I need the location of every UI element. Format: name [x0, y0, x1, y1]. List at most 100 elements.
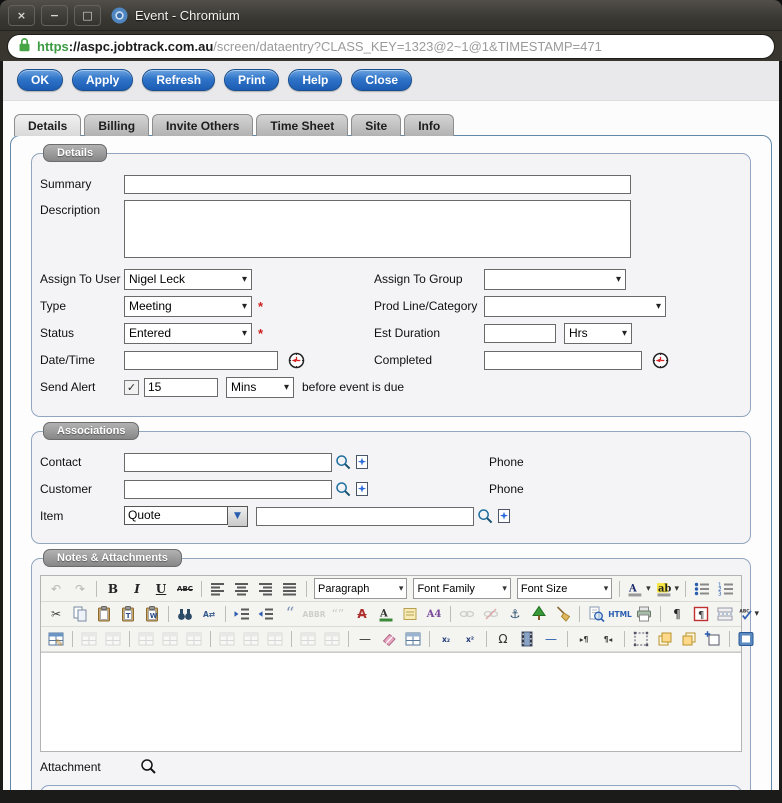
send-alert-unit-select[interactable]: Mins: [226, 377, 294, 398]
insert-col-before-button[interactable]: [216, 629, 238, 649]
date-time-calendar-clock-icon[interactable]: [288, 352, 305, 369]
insert-row-after-button[interactable]: [159, 629, 181, 649]
delete-row-button[interactable]: [183, 629, 205, 649]
customer-new-record-icon[interactable]: [354, 481, 370, 497]
remove-format-button[interactable]: [378, 629, 400, 649]
tab-site[interactable]: Site: [351, 114, 401, 136]
font-size-select[interactable]: Font Size▾: [517, 578, 612, 599]
tab-invite-others[interactable]: Invite Others: [152, 114, 253, 136]
assign-to-user-select[interactable]: Nigel Leck: [124, 269, 252, 290]
split-cells-button[interactable]: [297, 629, 319, 649]
item-new-record-icon[interactable]: [496, 508, 512, 524]
bring-forward-button[interactable]: [654, 629, 676, 649]
special-char-button[interactable]: Ω: [492, 629, 514, 649]
abbreviation-button[interactable]: ABBR: [303, 604, 325, 624]
send-alert-checkbox[interactable]: [124, 380, 139, 395]
tab-info[interactable]: Info: [404, 114, 454, 136]
item-search-icon[interactable]: [477, 508, 493, 524]
outdent-button[interactable]: [231, 604, 253, 624]
print-button[interactable]: Print: [224, 69, 279, 91]
ok-button[interactable]: OK: [17, 69, 63, 91]
insert-table-button[interactable]: ✎: [45, 629, 67, 649]
ltr-paragraph-button[interactable]: ▸¶: [573, 629, 595, 649]
completed-input[interactable]: [484, 351, 642, 370]
close-window-button[interactable]: ×: [8, 5, 35, 26]
preview-button[interactable]: [585, 604, 607, 624]
help-button[interactable]: Help: [288, 69, 342, 91]
indent-button[interactable]: [255, 604, 277, 624]
merge-cells-button[interactable]: [321, 629, 343, 649]
insert-col-after-button[interactable]: [240, 629, 262, 649]
item-type-value[interactable]: Quote: [124, 506, 228, 525]
edit-html-button[interactable]: HTML: [609, 604, 631, 624]
cut-button[interactable]: ✂: [45, 604, 67, 624]
table-cell-props-button[interactable]: [102, 629, 124, 649]
insert-link-button[interactable]: [456, 604, 478, 624]
paste-from-word-button[interactable]: W: [141, 604, 163, 624]
refresh-button[interactable]: Refresh: [142, 69, 215, 91]
align-right-button[interactable]: [255, 579, 277, 599]
prod-line-category-select[interactable]: [484, 296, 666, 317]
customer-search-icon[interactable]: [335, 481, 351, 497]
item-type-combo[interactable]: Quote ▼: [124, 506, 248, 527]
delete-col-button[interactable]: [264, 629, 286, 649]
customer-input[interactable]: [124, 480, 332, 499]
font-family-select[interactable]: Font Family▾: [413, 578, 510, 599]
subscript-button[interactable]: x₂: [435, 629, 457, 649]
deletion-button[interactable]: A: [351, 604, 373, 624]
date-time-input[interactable]: [124, 351, 278, 370]
paste-as-text-button[interactable]: T: [117, 604, 139, 624]
editor-content-area[interactable]: [41, 652, 741, 751]
description-textarea[interactable]: [124, 200, 631, 258]
send-alert-value-input[interactable]: [144, 378, 218, 397]
text-color-button[interactable]: A▾: [625, 579, 651, 599]
highlight-color-button[interactable]: ab▾: [654, 579, 680, 599]
paste-button[interactable]: [93, 604, 115, 624]
summary-input[interactable]: [124, 175, 631, 194]
numbered-list-button[interactable]: 123: [715, 579, 737, 599]
visual-aid-button[interactable]: [402, 629, 424, 649]
insert-row-before-button[interactable]: [135, 629, 157, 649]
underline-button[interactable]: U: [150, 579, 172, 599]
anchor-button[interactable]: ⚓: [504, 604, 526, 624]
page-break-button[interactable]: [714, 604, 736, 624]
contact-input[interactable]: [124, 453, 332, 472]
italic-button[interactable]: I: [126, 579, 148, 599]
strikethrough-button[interactable]: ABC: [174, 579, 196, 599]
insert-media-button[interactable]: [516, 629, 538, 649]
superscript-button[interactable]: x²: [459, 629, 481, 649]
item-type-dropdown-icon[interactable]: ▼: [228, 506, 248, 527]
print-editor-button[interactable]: [633, 604, 655, 624]
est-duration-input[interactable]: [484, 324, 556, 343]
unlink-button[interactable]: [480, 604, 502, 624]
undo-button[interactable]: ↶: [45, 579, 67, 599]
spellcheck-button[interactable]: ABC▾: [738, 604, 760, 624]
align-center-button[interactable]: [231, 579, 253, 599]
insert-attributes-button[interactable]: [399, 604, 421, 624]
item-input[interactable]: [256, 507, 474, 526]
address-bar[interactable]: https://aspc.jobtrack.com.au/screen/data…: [7, 34, 775, 59]
style-props-button[interactable]: A4: [423, 604, 445, 624]
maximize-window-button[interactable]: □: [74, 5, 101, 26]
assign-to-group-select[interactable]: [484, 269, 626, 290]
close-button[interactable]: Close: [351, 69, 412, 91]
bold-button[interactable]: B: [102, 579, 124, 599]
tab-time-sheet[interactable]: Time Sheet: [256, 114, 348, 136]
horizontal-rule-button[interactable]: —: [354, 629, 376, 649]
absolute-position-button[interactable]: [630, 629, 652, 649]
align-left-button[interactable]: [207, 579, 229, 599]
rtl-paragraph-button[interactable]: ¶◂: [597, 629, 619, 649]
table-row-props-button[interactable]: [78, 629, 100, 649]
type-select[interactable]: Meeting: [124, 296, 252, 317]
completed-calendar-clock-icon[interactable]: [652, 352, 669, 369]
est-duration-unit-select[interactable]: Hrs: [564, 323, 632, 344]
find-button[interactable]: [174, 604, 196, 624]
find-replace-button[interactable]: A⇄: [198, 604, 220, 624]
cleanup-code-button[interactable]: [552, 604, 574, 624]
send-backward-button[interactable]: [678, 629, 700, 649]
minimize-window-button[interactable]: −: [41, 5, 68, 26]
fullscreen-button[interactable]: [735, 629, 757, 649]
contact-search-icon[interactable]: [335, 454, 351, 470]
visual-chars-button[interactable]: ¶: [666, 604, 688, 624]
attachment-search-icon[interactable]: [140, 758, 157, 775]
